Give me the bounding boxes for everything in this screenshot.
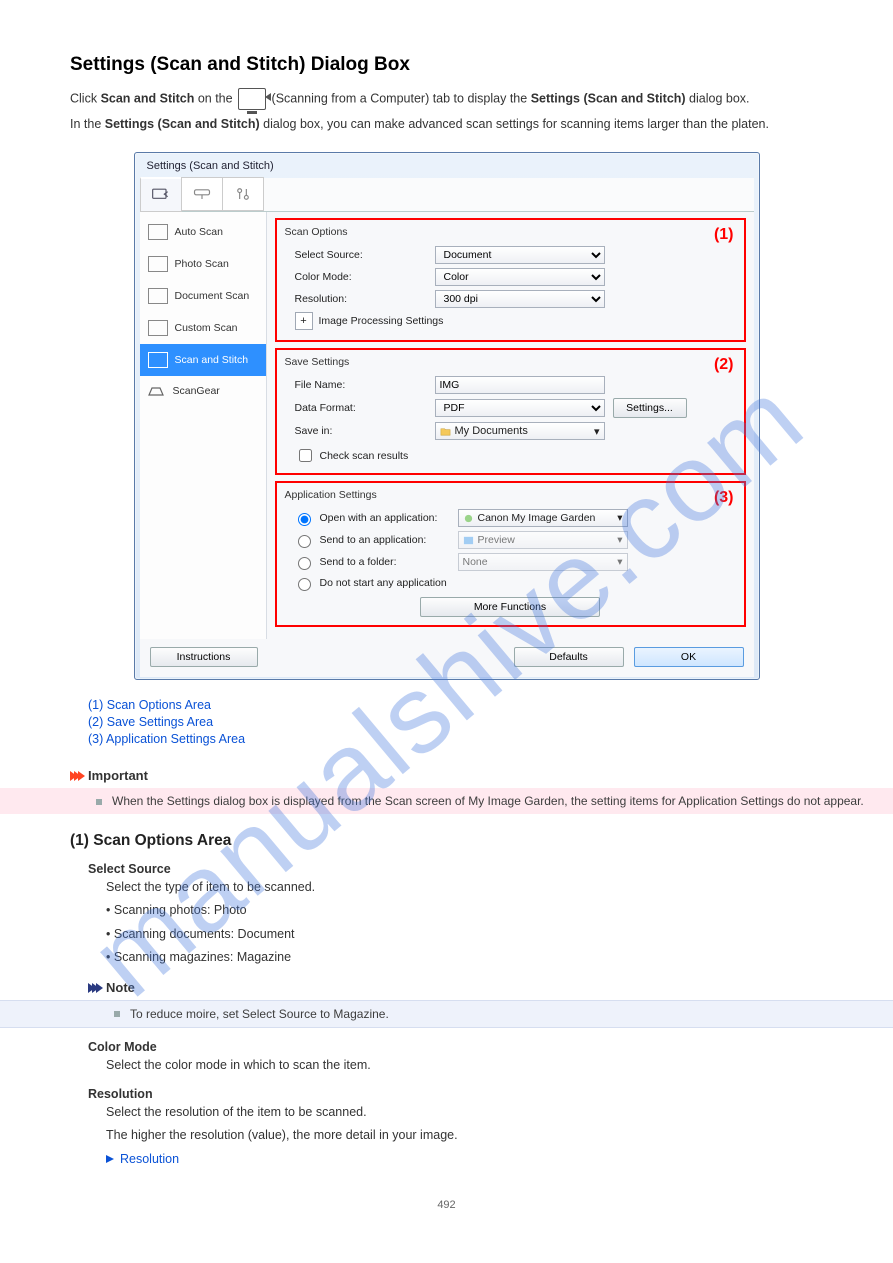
computer-tab-icon <box>238 88 266 110</box>
select-source-label: Select Source: <box>285 249 435 261</box>
toc-link-scan-options[interactable]: (1) Scan Options Area <box>88 698 823 712</box>
toc-link-app-settings[interactable]: (3) Application Settings Area <box>88 732 823 746</box>
save-in-label: Save in: <box>285 425 435 437</box>
send-to-folder-dropdown[interactable]: None▾ <box>458 553 628 571</box>
note-callout: To reduce moire, set Select Source to Ma… <box>0 1000 893 1028</box>
callout-3: (3) <box>714 489 734 507</box>
scan-options-legend: Scan Options <box>285 226 348 238</box>
ok-button[interactable]: OK <box>634 647 744 667</box>
tab-scan-from-computer[interactable] <box>140 177 182 212</box>
sidebar: Auto Scan Photo Scan Document Scan Custo… <box>140 212 267 639</box>
resolution-link[interactable]: Resolution <box>106 1150 179 1169</box>
folder-icon <box>440 426 451 437</box>
file-name-label: File Name: <box>285 379 435 391</box>
callout-1: (1) <box>714 226 734 244</box>
settings-dialog: Settings (Scan and Stitch) Auto Scan Pho… <box>134 152 760 680</box>
callout-2: (2) <box>714 356 734 374</box>
li-mag: • Scanning magazines: Magazine <box>106 948 823 967</box>
preview-icon <box>463 535 474 546</box>
expand-ips-button[interactable]: + <box>295 312 313 330</box>
save-settings-legend: Save Settings <box>285 356 350 368</box>
sidebar-item-scan-and-stitch[interactable]: Scan and Stitch <box>140 344 266 376</box>
app-settings-legend: Application Settings <box>285 489 377 501</box>
open-with-app-radio[interactable] <box>298 513 311 526</box>
dialog-footer: Instructions Defaults OK <box>140 639 754 677</box>
garden-icon <box>463 513 474 524</box>
data-format-label: Data Format: <box>285 402 435 414</box>
field-resolution-desc: Select the resolution of the item to be … <box>106 1103 823 1122</box>
scan-options-area: (1) Scan Options Select Source:Document … <box>275 218 746 342</box>
note-heading: Note <box>88 980 823 996</box>
save-in-dropdown[interactable]: My Documents▾ <box>435 422 605 440</box>
field-select-source: Select Source <box>88 862 823 876</box>
page-number: 492 <box>70 1199 823 1211</box>
field-color-mode: Color Mode <box>88 1040 823 1054</box>
photo-scan-icon <box>148 256 168 272</box>
sidebar-item-photo-scan[interactable]: Photo Scan <box>140 248 266 280</box>
page-title: Settings (Scan and Stitch) Dialog Box <box>70 54 823 76</box>
important-text: When the Settings dialog box is displaye… <box>96 794 893 808</box>
auto-scan-icon <box>148 224 168 240</box>
file-name-input[interactable] <box>435 376 605 394</box>
note-text: To reduce moire, set Select Source to Ma… <box>114 1007 893 1021</box>
chevrons-red-icon <box>70 769 82 784</box>
li-doc: • Scanning documents: Document <box>106 925 823 944</box>
chevrons-blue-icon <box>88 981 100 996</box>
scan-and-stitch-icon <box>148 352 168 368</box>
ips-label: Image Processing Settings <box>319 315 444 327</box>
instructions-button[interactable]: Instructions <box>150 647 258 667</box>
window-title: Settings (Scan and Stitch) <box>137 155 757 178</box>
send-to-folder-radio[interactable] <box>298 557 311 570</box>
more-functions-button[interactable]: More Functions <box>420 597 600 617</box>
data-format-settings-button[interactable]: Settings... <box>613 398 687 418</box>
sidebar-item-scangear[interactable]: ScanGear <box>140 376 266 406</box>
save-settings-area: (2) Save Settings File Name: Data Format… <box>275 348 746 475</box>
send-to-app-dropdown[interactable]: Preview▾ <box>458 531 628 549</box>
field-color-mode-desc: Select the color mode in which to scan t… <box>106 1056 823 1075</box>
section-scan-options: (1) Scan Options Area <box>70 832 823 850</box>
sidebar-item-custom-scan[interactable]: Custom Scan <box>140 312 266 344</box>
resolution-dropdown[interactable]: 300 dpi <box>435 290 605 308</box>
important-heading: Important <box>70 768 823 784</box>
send-to-app-radio[interactable] <box>298 535 311 548</box>
intro-paragraph-1: Click Scan and Stitch on the (Scanning f… <box>70 88 823 110</box>
scangear-icon <box>148 384 166 398</box>
open-with-app-dropdown[interactable]: Canon My Image Garden▾ <box>458 509 628 527</box>
tab-scan-from-panel[interactable] <box>181 177 223 211</box>
sidebar-item-auto-scan[interactable]: Auto Scan <box>140 216 266 248</box>
resolution-label: Resolution: <box>285 293 435 305</box>
color-mode-label: Color Mode: <box>285 271 435 283</box>
toc-link-save-settings[interactable]: (2) Save Settings Area <box>88 715 823 729</box>
document-scan-icon <box>148 288 168 304</box>
li-photo: • Scanning photos: Photo <box>106 901 823 920</box>
sidebar-item-document-scan[interactable]: Document Scan <box>140 280 266 312</box>
field-select-source-desc: Select the type of item to be scanned. <box>106 878 823 897</box>
dialog-tabs <box>140 178 754 212</box>
important-callout: When the Settings dialog box is displaye… <box>0 788 893 814</box>
field-resolution-desc2: The higher the resolution (value), the m… <box>106 1126 823 1145</box>
check-scan-results-checkbox[interactable]: Check scan results <box>295 446 736 465</box>
color-mode-dropdown[interactable]: Color <box>435 268 605 286</box>
select-source-dropdown[interactable]: Document <box>435 246 605 264</box>
field-resolution: Resolution <box>88 1087 823 1101</box>
tab-general-settings[interactable] <box>222 177 264 211</box>
custom-scan-icon <box>148 320 168 336</box>
application-settings-area: (3) Application Settings Open with an ap… <box>275 481 746 627</box>
data-format-dropdown[interactable]: PDF <box>435 399 605 417</box>
intro-paragraph-2: In the Settings (Scan and Stitch) dialog… <box>70 114 823 134</box>
do-not-start-radio[interactable] <box>298 578 311 591</box>
defaults-button[interactable]: Defaults <box>514 647 624 667</box>
